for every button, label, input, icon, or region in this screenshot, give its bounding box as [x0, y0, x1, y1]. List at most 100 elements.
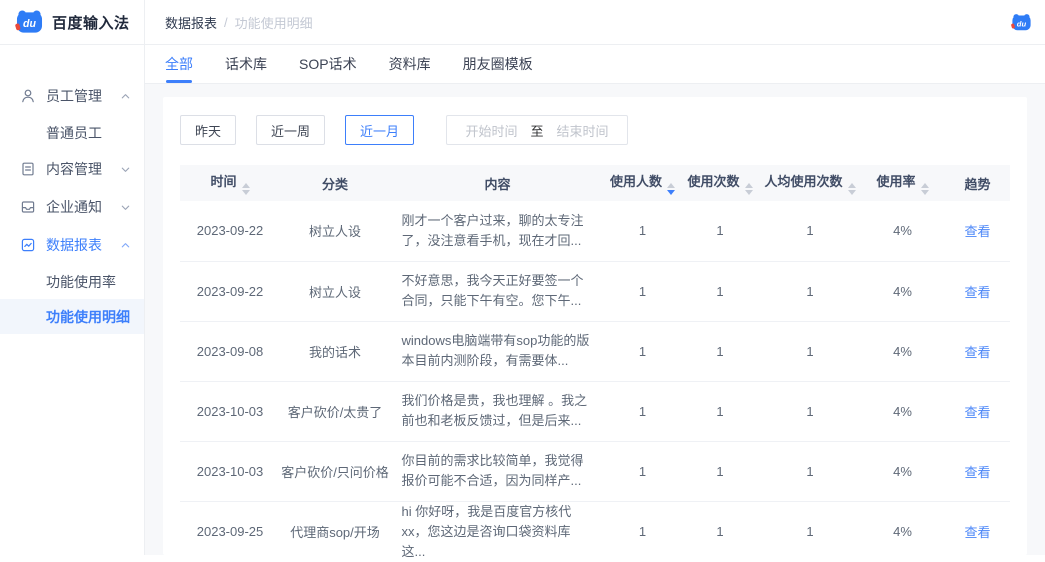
sidebar-item-label: 员工管理	[46, 86, 102, 106]
column-header-3[interactable]: 使用人数	[605, 165, 680, 201]
cell-time: 2023-10-03	[180, 381, 280, 441]
quick-filter-1[interactable]: 近一周	[256, 115, 325, 145]
quick-filter-0[interactable]: 昨天	[180, 115, 236, 145]
sidebar-item-label: 企业通知	[46, 197, 102, 217]
cell-category: 树立人设	[280, 201, 390, 261]
sort-icon	[921, 183, 929, 195]
cell-avg-times: 1	[760, 501, 860, 562]
category-tabs: 全部话术库 SOP话术资料库朋友圈模板	[145, 45, 1045, 84]
cell-times: 1	[680, 441, 760, 501]
cell-category: 代理商sop/开场	[280, 501, 390, 562]
cell-times: 1	[680, 321, 760, 381]
cell-avg-times: 1	[760, 321, 860, 381]
column-label: 使用人数	[610, 174, 662, 189]
tab-1[interactable]: 话术库	[225, 45, 267, 83]
sidebar-item-data-report[interactable]: 数据报表	[0, 226, 144, 264]
column-label: 内容	[484, 177, 510, 192]
chevron-down-icon	[120, 202, 131, 213]
content-preview: 刚才一个客户过来，聊的太专注了，没注意看手机，现在才回...	[402, 211, 594, 251]
sidebar-item-enterprise-notice[interactable]: 企业通知	[0, 188, 144, 226]
app-logo[interactable]: du 百度输入法	[0, 0, 145, 44]
sort-icon	[242, 183, 250, 195]
sidebar-item-content-management[interactable]: 内容管理	[0, 150, 144, 188]
svg-text:du: du	[1017, 19, 1027, 28]
view-link[interactable]: 查看	[964, 405, 990, 420]
cell-time: 2023-09-22	[180, 201, 280, 261]
column-header-6[interactable]: 使用率	[860, 165, 945, 201]
date-range-separator: 至	[531, 121, 544, 140]
table-row: 2023-09-22树立人设不好意思，我今天正好要签一个合同，只能下午有空。您下…	[180, 261, 1010, 321]
sidebar-subitem-0-0[interactable]: 普通员工	[0, 115, 144, 150]
cell-content: hi 你好呀，我是百度官方核代xx，您这边是咨询口袋资料库这...	[390, 501, 605, 562]
cell-users: 1	[605, 201, 680, 261]
content-preview: 你目前的需求比较简单，我觉得报价可能不合适，因为同样产...	[402, 451, 594, 491]
column-header-4[interactable]: 使用次数	[680, 165, 760, 201]
content-preview: windows电脑端带有sop功能的版本目前内测阶段，有需要体...	[402, 331, 594, 371]
chevron-up-icon	[120, 240, 131, 251]
cell-avg-times: 1	[760, 381, 860, 441]
cell-times: 1	[680, 381, 760, 441]
sidebar-item-label: 内容管理	[46, 159, 102, 179]
cell-times: 1	[680, 501, 760, 562]
time-filter-bar: 昨天近一周近一月 开始时间 至 结束时间	[180, 115, 1010, 145]
view-link[interactable]: 查看	[964, 525, 990, 540]
column-header-0[interactable]: 时间	[180, 165, 280, 201]
content-preview: hi 你好呀，我是百度官方核代xx，您这边是咨询口袋资料库这...	[402, 502, 594, 562]
breadcrumb-separator: /	[224, 15, 228, 30]
main-content: 全部话术库SOP话术资料库朋友圈模板 昨天近一周近一月 开始时间 至 结束时间 …	[145, 45, 1045, 555]
sidebar: 员工管理普通员工内容管理企业通知数据报表功能使用率功能使用明细	[0, 45, 145, 555]
column-label: 分类	[322, 177, 348, 192]
table-row: 2023-09-25代理商sop/开场hi 你好呀，我是百度官方核代xx，您这边…	[180, 501, 1010, 562]
cell-users: 1	[605, 261, 680, 321]
quick-filter-2[interactable]: 近一月	[345, 115, 414, 145]
cell-avg-times: 1	[760, 441, 860, 501]
cell-category: 树立人设	[280, 261, 390, 321]
column-header-7: 趋势	[945, 165, 1010, 201]
end-date-placeholder[interactable]: 结束时间	[557, 121, 609, 140]
cell-trend: 查看	[945, 501, 1010, 562]
column-label: 使用率	[876, 174, 915, 189]
table-row: 2023-10-03客户砍价/只问价格你目前的需求比较简单，我觉得报价可能不合适…	[180, 441, 1010, 501]
cell-time: 2023-09-08	[180, 321, 280, 381]
sidebar-subitem-3-1[interactable]: 功能使用明细	[0, 299, 144, 334]
column-header-5[interactable]: 人均使用次数	[760, 165, 860, 201]
view-link[interactable]: 查看	[964, 224, 990, 239]
breadcrumb: 数据报表 / 功能使用明细	[145, 0, 1011, 44]
baidu-du-badge-icon[interactable]: du	[1011, 13, 1032, 32]
usage-detail-table: 时间 分类 内容 使用人数 使用次数人均使用次数 使用率 趋势 2023-09-22树立人设…	[180, 165, 1010, 562]
user-icon	[20, 88, 36, 104]
tab-2[interactable]: SOP话术	[299, 45, 357, 83]
date-range-picker[interactable]: 开始时间 至 结束时间	[446, 115, 628, 145]
cell-trend: 查看	[945, 261, 1010, 321]
tab-0[interactable]: 全部	[165, 45, 193, 83]
cell-times: 1	[680, 201, 760, 261]
breadcrumb-section[interactable]: 数据报表	[165, 13, 217, 32]
cell-trend: 查看	[945, 381, 1010, 441]
document-icon	[20, 161, 36, 177]
view-link[interactable]: 查看	[964, 465, 990, 480]
sidebar-item-employee-management[interactable]: 员工管理	[0, 77, 144, 115]
cell-content: 不好意思，我今天正好要签一个合同，只能下午有空。您下午...	[390, 261, 605, 321]
start-date-placeholder[interactable]: 开始时间	[466, 121, 518, 140]
view-link[interactable]: 查看	[964, 285, 990, 300]
sort-icon	[848, 183, 856, 195]
table-row: 2023-09-22树立人设刚才一个客户过来，聊的太专注了，没注意看手机，现在才…	[180, 201, 1010, 261]
baidu-bear-icon: du	[15, 9, 44, 35]
notice-icon	[20, 199, 36, 215]
chevron-down-icon	[120, 164, 131, 175]
cell-users: 1	[605, 441, 680, 501]
breadcrumb-current: 功能使用明细	[235, 13, 313, 32]
cell-content: 刚才一个客户过来，聊的太专注了，没注意看手机，现在才回...	[390, 201, 605, 261]
tab-4[interactable]: 朋友圈模板	[463, 45, 533, 83]
tab-3[interactable]: 资料库	[389, 45, 431, 83]
content-preview: 不好意思，我今天正好要签一个合同，只能下午有空。您下午...	[402, 271, 594, 311]
cell-rate: 4%	[860, 201, 945, 261]
cell-time: 2023-09-25	[180, 501, 280, 562]
sidebar-subitem-3-0[interactable]: 功能使用率	[0, 264, 144, 299]
view-link[interactable]: 查看	[964, 345, 990, 360]
cell-content: windows电脑端带有sop功能的版本目前内测阶段，有需要体...	[390, 321, 605, 381]
cell-trend: 查看	[945, 321, 1010, 381]
chevron-up-icon	[120, 91, 131, 102]
cell-content: 你目前的需求比较简单，我觉得报价可能不合适，因为同样产...	[390, 441, 605, 501]
sort-icon	[745, 183, 753, 195]
